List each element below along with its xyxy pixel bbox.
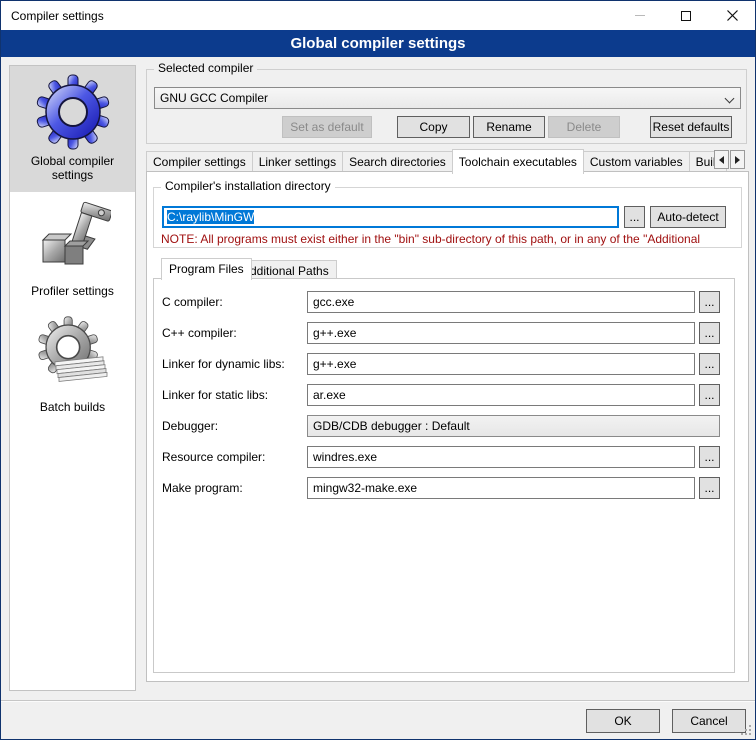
field-row-c-compiler: C compiler: ...	[162, 291, 720, 313]
maximize-icon	[681, 11, 691, 21]
ok-button[interactable]: OK	[586, 709, 660, 733]
sidebar-item-label: Global compiler settings	[12, 154, 133, 182]
field-row-debugger: Debugger: GDB/CDB debugger : Default	[162, 415, 720, 437]
field-row-cpp-compiler: C++ compiler: ...	[162, 322, 720, 344]
compiler-select[interactable]: GNU GCC Compiler	[154, 87, 741, 109]
copy-button[interactable]: Copy	[397, 116, 470, 138]
bin-subdirectory-note: NOTE: All programs must exist either in …	[161, 232, 736, 246]
resource-compiler-browse-button[interactable]: ...	[699, 446, 720, 468]
tab-compiler-settings[interactable]: Compiler settings	[146, 151, 253, 172]
profiler-caliper-icon	[35, 200, 111, 280]
debugger-label: Debugger:	[162, 419, 307, 433]
c-compiler-browse-button[interactable]: ...	[699, 291, 720, 313]
make-program-browse-button[interactable]: ...	[699, 477, 720, 499]
installation-directory-input[interactable]: C:\raylib\MinGW	[162, 206, 619, 228]
auto-detect-button[interactable]: Auto-detect	[650, 206, 726, 228]
cpp-compiler-input[interactable]	[307, 322, 695, 344]
settings-tabstrip: Compiler settings Linker settings Search…	[146, 149, 726, 172]
blue-gear-icon	[35, 74, 111, 150]
selected-compiler-legend: Selected compiler	[154, 61, 257, 75]
tab-toolchain-executables[interactable]: Toolchain executables	[452, 149, 584, 174]
linker-dynamic-label: Linker for dynamic libs:	[162, 357, 307, 371]
make-program-label: Make program:	[162, 481, 307, 495]
page-title: Global compiler settings	[1, 30, 755, 57]
compiler-select-value: GNU GCC Compiler	[160, 91, 268, 105]
c-compiler-label: C compiler:	[162, 295, 307, 309]
selected-compiler-group: Selected compiler GNU GCC Compiler Set a…	[146, 69, 747, 144]
maximize-button[interactable]	[663, 1, 709, 30]
chevron-down-icon	[725, 94, 735, 104]
tab-scroll-right-button[interactable]	[730, 150, 745, 169]
tab-program-files[interactable]: Program Files	[161, 258, 252, 280]
c-compiler-input[interactable]	[307, 291, 695, 313]
linker-static-input[interactable]	[307, 384, 695, 406]
sidebar-item-profiler-settings[interactable]: Profiler settings	[10, 192, 135, 308]
linker-dynamic-browse-button[interactable]: ...	[699, 353, 720, 375]
resize-grip[interactable]	[740, 724, 752, 736]
minimize-icon	[635, 15, 645, 16]
minimize-button[interactable]	[617, 1, 663, 30]
sidebar-item-batch-builds[interactable]: Batch builds	[10, 308, 135, 424]
cpp-compiler-label: C++ compiler:	[162, 326, 307, 340]
field-row-linker-static: Linker for static libs: ...	[162, 384, 720, 406]
tab-linker-settings[interactable]: Linker settings	[252, 151, 343, 172]
close-icon	[727, 10, 738, 21]
resource-compiler-label: Resource compiler:	[162, 450, 307, 464]
debugger-select[interactable]: GDB/CDB debugger : Default	[307, 415, 720, 437]
tab-custom-variables[interactable]: Custom variables	[583, 151, 690, 172]
sidebar-item-global-compiler-settings[interactable]: Global compiler settings	[10, 66, 135, 192]
cpp-compiler-browse-button[interactable]: ...	[699, 322, 720, 344]
installation-directory-legend: Compiler's installation directory	[161, 179, 335, 193]
sidebar-item-label: Profiler settings	[12, 284, 133, 298]
set-as-default-button[interactable]: Set as default	[282, 116, 372, 138]
cancel-button[interactable]: Cancel	[672, 709, 746, 733]
make-program-input[interactable]	[307, 477, 695, 499]
arrow-left-icon	[719, 156, 724, 164]
tab-search-directories[interactable]: Search directories	[342, 151, 453, 172]
arrow-right-icon	[735, 156, 740, 164]
program-files-panel: C compiler: ... C++ compiler: ... Linker…	[153, 278, 735, 673]
tab-scroll-buttons	[713, 150, 745, 169]
field-row-linker-dynamic: Linker for dynamic libs: ...	[162, 353, 720, 375]
linker-dynamic-input[interactable]	[307, 353, 695, 375]
batch-builds-gear-icon	[35, 316, 111, 396]
installation-directory-group: Compiler's installation directory C:\ray…	[153, 187, 742, 248]
browse-directory-button[interactable]: ...	[624, 206, 645, 228]
rename-button[interactable]: Rename	[473, 116, 545, 138]
linker-static-browse-button[interactable]: ...	[699, 384, 720, 406]
footer-divider	[1, 700, 755, 702]
titlebar: Compiler settings	[1, 1, 755, 30]
field-row-resource-compiler: Resource compiler: ...	[162, 446, 720, 468]
window-title: Compiler settings	[11, 9, 104, 23]
installation-directory-value: C:\raylib\MinGW	[167, 210, 254, 224]
sidebar-item-label: Batch builds	[12, 400, 133, 414]
reset-defaults-button[interactable]: Reset defaults	[650, 116, 732, 138]
field-row-make-program: Make program: ...	[162, 477, 720, 499]
tab-scroll-left-button[interactable]	[714, 150, 729, 169]
delete-button[interactable]: Delete	[548, 116, 620, 138]
resource-compiler-input[interactable]	[307, 446, 695, 468]
close-button[interactable]	[709, 1, 755, 30]
debugger-select-value: GDB/CDB debugger : Default	[313, 419, 470, 433]
settings-category-list: Global compiler settings Profiler settin…	[9, 65, 136, 691]
compiler-settings-dialog: Compiler settings Global compiler settin…	[0, 0, 756, 740]
linker-static-label: Linker for static libs:	[162, 388, 307, 402]
